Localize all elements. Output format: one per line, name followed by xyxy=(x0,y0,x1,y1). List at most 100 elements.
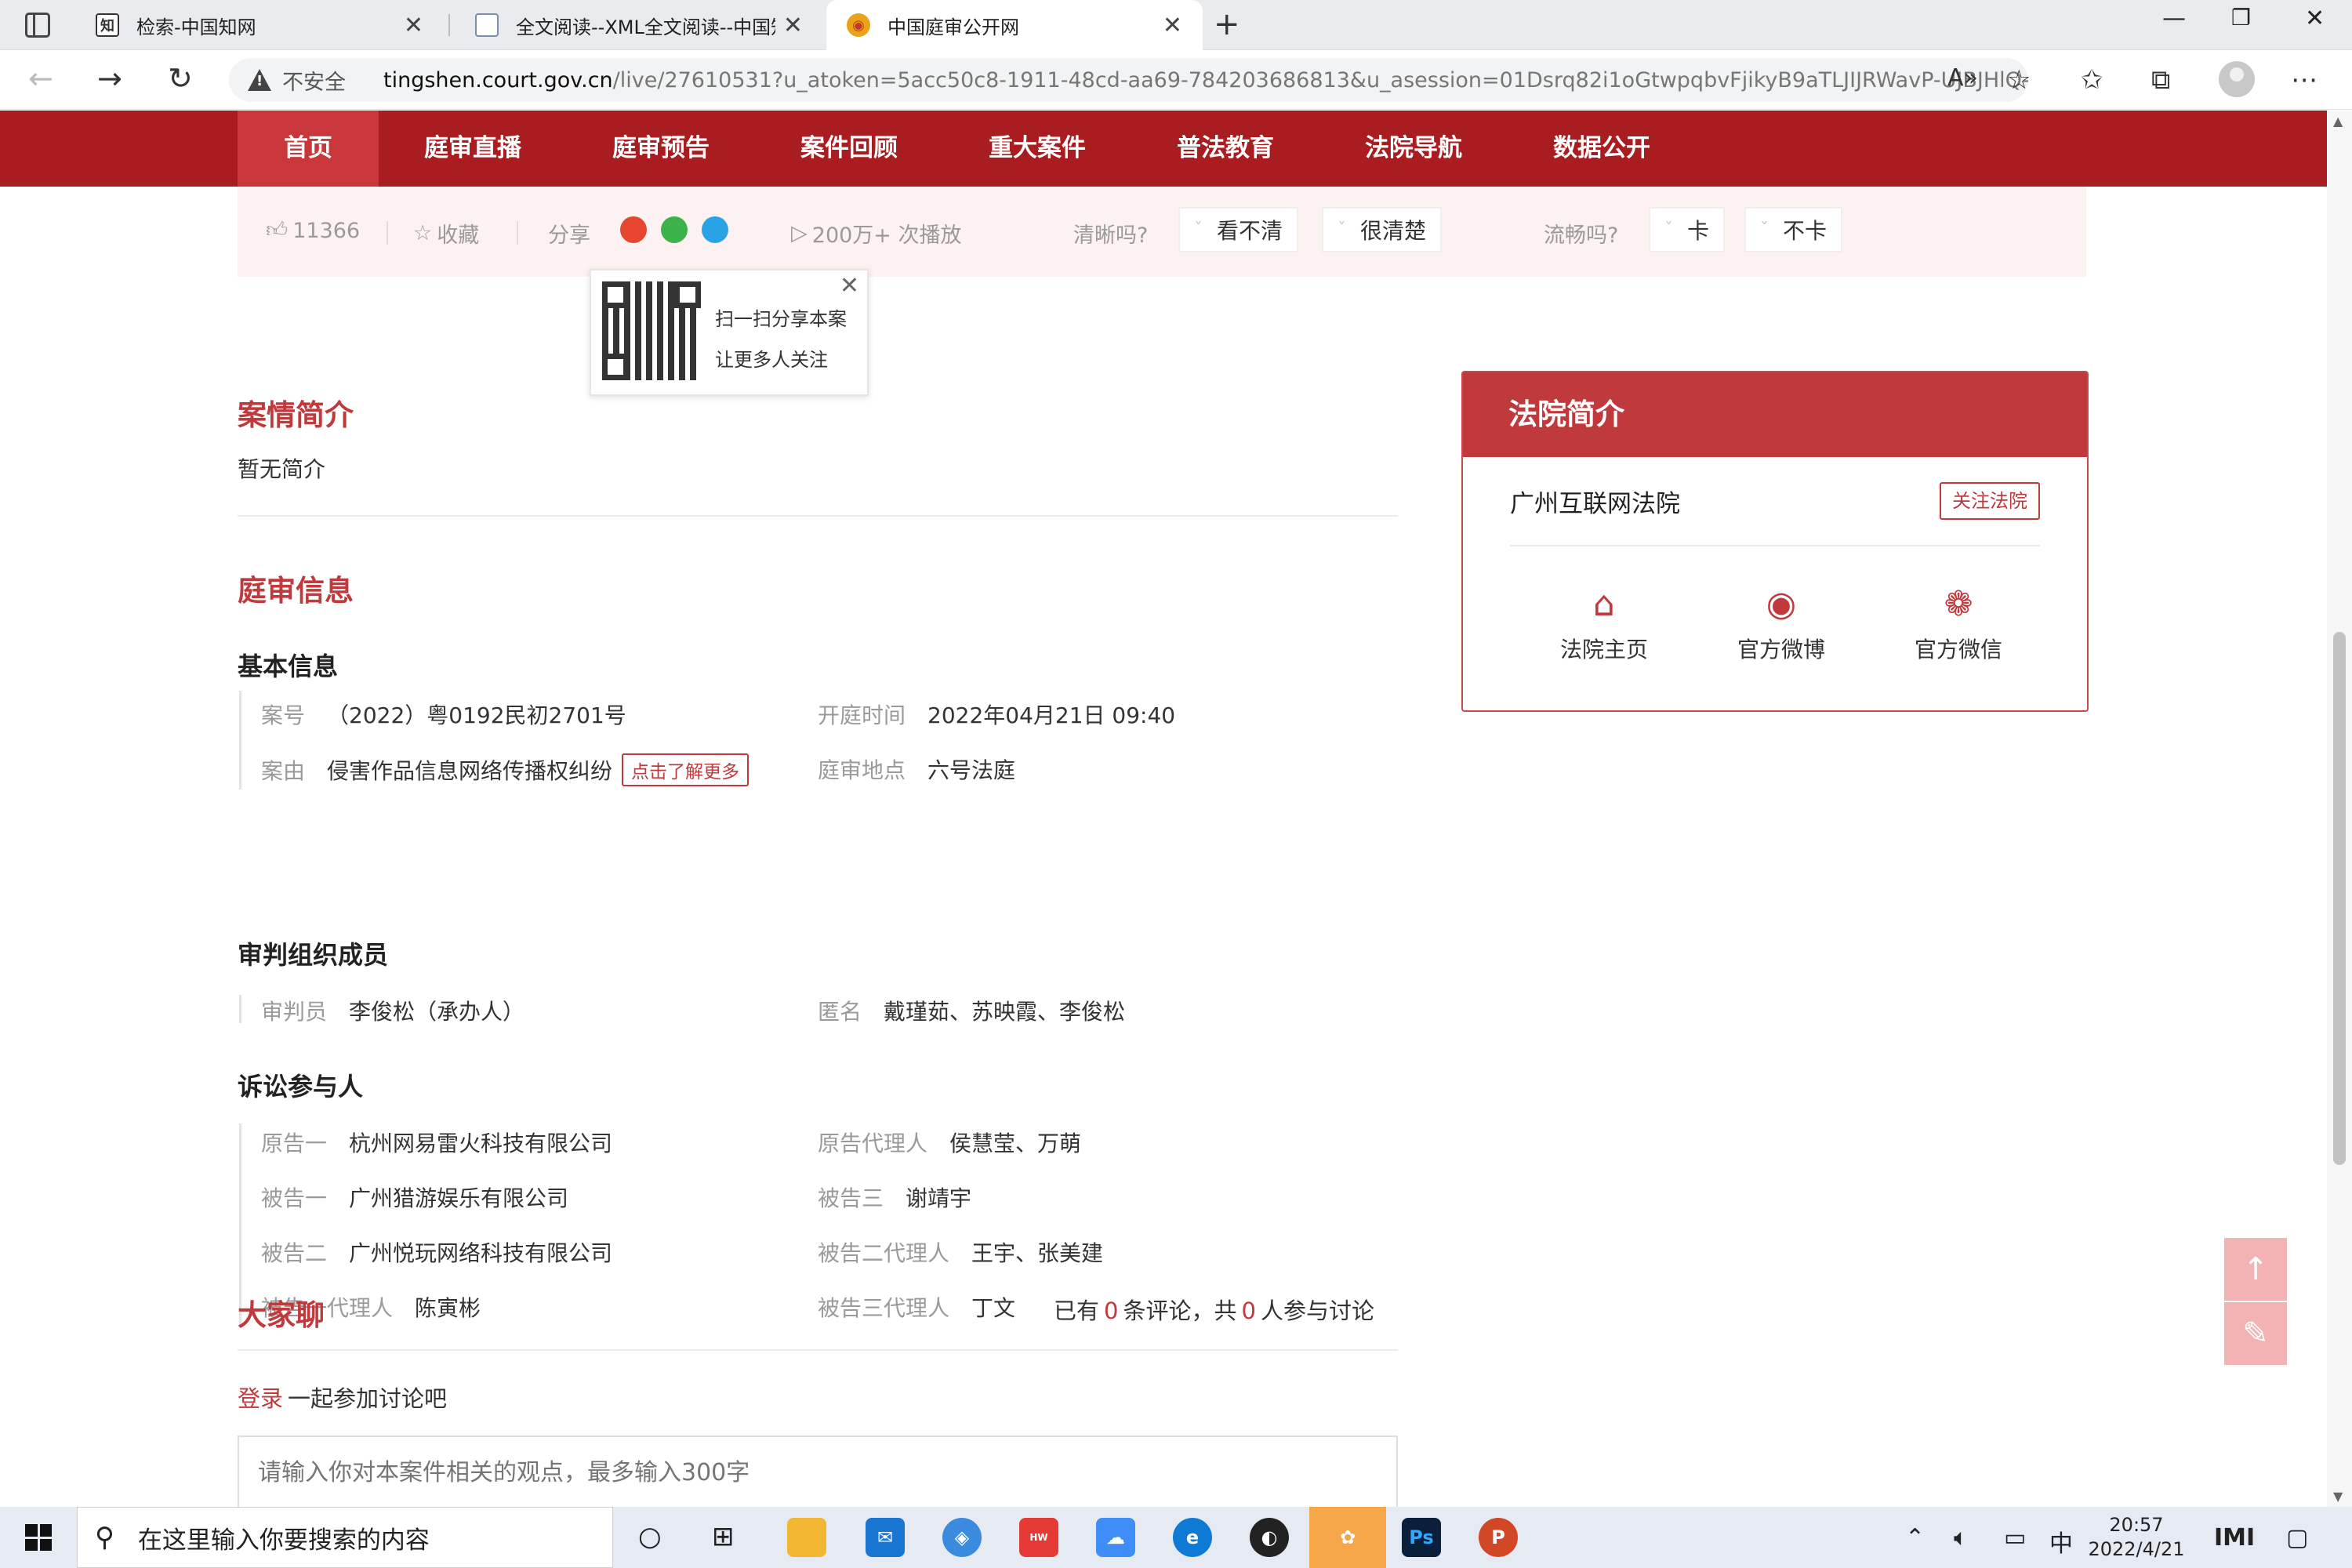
wechat-share-icon[interactable] xyxy=(661,216,688,243)
follow-court-button[interactable]: 关注法院 xyxy=(1940,482,2040,520)
share-qr-popup: 扫一扫分享本案 让更多人关注 ✕ xyxy=(590,269,869,396)
cnki-icon: 知 xyxy=(96,13,119,37)
nav-item-open-data[interactable]: 数据公开 xyxy=(1508,111,1696,187)
favorite-button[interactable]: ☆ 收藏 xyxy=(413,218,479,249)
comment-input[interactable] xyxy=(238,1436,1398,1507)
close-icon[interactable]: ✕ xyxy=(783,12,803,39)
field-value: 六号法庭 xyxy=(927,757,1016,783)
mail-icon[interactable]: ✉ xyxy=(866,1518,905,1557)
clarity-good-button[interactable]: ˇ 很清楚 xyxy=(1322,207,1443,252)
group-bar xyxy=(239,995,241,1023)
media-app-icon[interactable]: ◐ xyxy=(1250,1518,1289,1557)
url-bar[interactable]: 不安全 tingshen.court.gov.cn/live/27610531?… xyxy=(229,58,2028,102)
learn-more-button[interactable]: 点击了解更多 xyxy=(622,753,750,786)
task-view-icon[interactable]: ⊞ xyxy=(712,1521,735,1552)
forward-icon[interactable]: → xyxy=(97,61,122,96)
nav-item-review[interactable]: 案件回顾 xyxy=(755,111,943,187)
refresh-icon[interactable]: ↻ xyxy=(168,61,193,96)
court-emblem-icon: ◉ xyxy=(847,13,870,37)
search-placeholder: 在这里输入你要搜索的内容 xyxy=(137,1526,430,1555)
stats-bar: 👍︎ 11366 ☆ 收藏 分享 ▷ 200万+ 次播放 清晰吗? ˇ 看不清 ˇ… xyxy=(238,187,2086,277)
wechat-app-icon[interactable]: ✿ xyxy=(1309,1507,1386,1568)
divider xyxy=(238,515,1398,517)
url-host[interactable]: tingshen.court.gov.cn xyxy=(383,68,613,93)
page-scrollbar[interactable]: ▲ ▼ xyxy=(2327,111,2352,1507)
file-explorer-icon[interactable] xyxy=(787,1518,826,1557)
close-icon[interactable]: ✕ xyxy=(404,12,423,39)
edge-icon[interactable]: e xyxy=(1173,1518,1212,1557)
photoshop-icon[interactable]: Ps xyxy=(1402,1518,1441,1557)
close-icon[interactable]: ✕ xyxy=(840,272,859,299)
scroll-down-icon[interactable]: ▼ xyxy=(2333,1489,2343,1504)
browser-app-icon[interactable]: ◈ xyxy=(942,1518,982,1557)
discussion-title: 大家聊 xyxy=(238,1298,325,1332)
weibo-share-icon[interactable] xyxy=(620,216,647,243)
tab-title: 中国庭审公开网 xyxy=(887,16,1019,38)
minimize-icon[interactable]: — xyxy=(2162,5,2186,32)
face-icon: ˇ xyxy=(1194,220,1203,240)
close-window-icon[interactable]: ✕ xyxy=(2305,5,2325,32)
cortana-icon[interactable]: ○ xyxy=(638,1521,662,1552)
scrollbar-thumb[interactable] xyxy=(2333,632,2346,1165)
tab-cnki-search[interactable]: 知 检索-中国知网 ✕ xyxy=(75,0,444,50)
restore-icon[interactable]: ❐ xyxy=(2231,5,2251,31)
cloud-icon[interactable]: ☁ xyxy=(1096,1518,1135,1557)
ime-indicator[interactable]: 中 xyxy=(2049,1524,2073,1559)
login-link[interactable]: 登录 xyxy=(238,1385,283,1412)
nav-item-preview[interactable]: 庭审预告 xyxy=(567,111,755,187)
court-intro-header: 法院简介 xyxy=(1463,372,2087,457)
huawei-icon[interactable]: HW xyxy=(1019,1518,1058,1557)
smooth-bad-button[interactable]: ˇ卡 xyxy=(1649,207,1726,252)
new-tab-icon[interactable]: + xyxy=(1214,6,1240,42)
qq-share-icon[interactable] xyxy=(702,216,728,243)
clarity-bad-button[interactable]: ˇ 看不清 xyxy=(1178,207,1299,252)
more-menu-icon[interactable]: ⋯ xyxy=(2291,64,2318,96)
edit-comment-icon[interactable]: ✎ xyxy=(2224,1302,2287,1365)
tray-expand-icon[interactable]: ⌃ xyxy=(1905,1524,1925,1552)
powerpoint-icon[interactable]: P xyxy=(1479,1518,1518,1557)
warning-icon[interactable] xyxy=(248,69,271,91)
app-tray-icon[interactable]: IMI xyxy=(2214,1524,2255,1552)
court-homepage-link[interactable]: ⌂ 法院主页 xyxy=(1534,584,1675,664)
home-icon: ⌂ xyxy=(1593,584,1615,624)
court-wechat-link[interactable]: ❁ 官方微信 xyxy=(1888,584,2029,664)
network-icon[interactable]: ▭ xyxy=(2004,1524,2026,1552)
tab-xml-reader[interactable]: 全文阅读--XML全文阅读--中国知 ✕ xyxy=(455,0,823,50)
field-label: 案由 xyxy=(261,758,306,784)
nav-item-home[interactable]: 首页 xyxy=(238,111,379,187)
scroll-up-icon[interactable]: ▲ xyxy=(2333,114,2343,129)
nav-item-live[interactable]: 庭审直播 xyxy=(379,111,567,187)
field-value: 侯慧莹、万萌 xyxy=(949,1131,1082,1156)
close-icon[interactable]: ✕ xyxy=(1163,12,1182,39)
collections-icon[interactable]: ⧉ xyxy=(2151,64,2170,96)
tab-court-site[interactable]: ◉ 中国庭审公开网 ✕ xyxy=(826,0,1203,50)
read-aloud-icon[interactable]: A» xyxy=(1947,64,1978,92)
insecure-label[interactable]: 不安全 xyxy=(282,65,346,96)
field-value: 侵害作品信息网络传播权纠纷 xyxy=(327,758,613,784)
smooth-good-button[interactable]: ˇ 不卡 xyxy=(1744,207,1843,252)
nav-item-court-nav[interactable]: 法院导航 xyxy=(1319,111,1508,187)
court-weibo-link[interactable]: ◉ 官方微博 xyxy=(1711,584,1852,664)
party-field: 被告三 谢靖宇 xyxy=(818,1181,971,1213)
back-to-top-icon[interactable]: ↑ xyxy=(2224,1238,2287,1301)
system-clock[interactable]: 20:57 2022/4/21 xyxy=(2076,1513,2197,1562)
favorites-icon[interactable]: ✩ xyxy=(2081,64,2103,96)
tab-actions-icon[interactable] xyxy=(25,13,50,38)
notification-icon[interactable]: ▢ xyxy=(2286,1524,2308,1552)
url-path[interactable]: /live/27610531?u_atoken=5acc50c8-1911-48… xyxy=(613,68,2028,93)
divider xyxy=(387,221,388,245)
field-value: 戴瑾茹、苏映霞、李俊松 xyxy=(884,999,1126,1025)
nav-item-major-cases[interactable]: 重大案件 xyxy=(943,111,1131,187)
windows-start-icon[interactable] xyxy=(25,1524,52,1551)
trial-info-title: 庭审信息 xyxy=(238,574,354,608)
volume-icon[interactable]: 🔈︎ xyxy=(1954,1524,1968,1552)
profile-avatar[interactable] xyxy=(2219,61,2255,97)
case-intro-text: 暂无简介 xyxy=(238,456,326,482)
address-toolbar: ← → ↻ 不安全 tingshen.court.gov.cn/live/276… xyxy=(0,50,2352,110)
add-favorite-icon[interactable]: ☆ xyxy=(2007,64,2031,96)
nav-item-legal-education[interactable]: 普法教育 xyxy=(1131,111,1319,187)
trial-location-field: 庭审地点 六号法庭 xyxy=(818,753,1015,785)
like-button[interactable]: 👍︎ 11366 xyxy=(266,218,360,243)
back-icon[interactable]: ← xyxy=(28,61,53,96)
taskbar-search[interactable]: ⚲ 在这里输入你要搜索的内容 xyxy=(77,1507,613,1568)
